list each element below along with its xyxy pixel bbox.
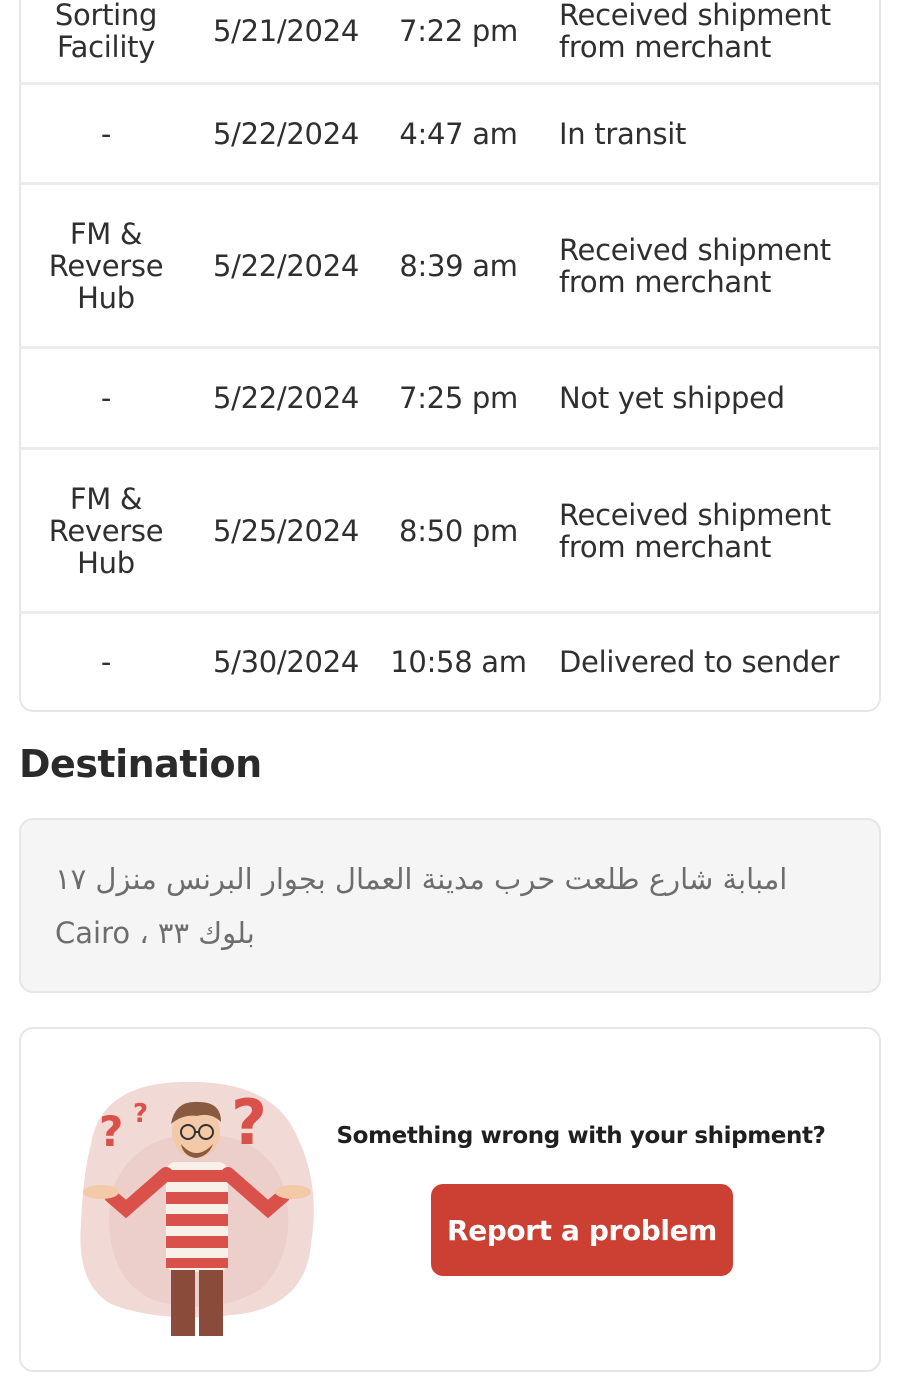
table-row: - 5/22/2024 4:47 am In transit	[21, 85, 879, 185]
table-row: Sorting Facility 5/21/2024 7:22 pm Recei…	[21, 0, 879, 85]
svg-text:?: ?	[231, 1086, 267, 1159]
report-problem-button[interactable]: Report a problem	[431, 1184, 733, 1276]
row-location: -	[100, 381, 112, 415]
row-location: -	[100, 645, 112, 679]
row-date: 5/21/2024	[213, 14, 359, 48]
table-row: - 5/22/2024 7:25 pm Not yet shipped	[21, 349, 879, 450]
row-date: 5/22/2024	[213, 248, 359, 283]
row-status: Not yet shipped	[559, 381, 785, 415]
table-row: FM & Reverse Hub 5/22/2024 8:39 am Recei…	[21, 185, 879, 349]
report-problem-card: ? ? ? Something wrong with your shipment…	[19, 1027, 881, 1372]
row-date: 5/30/2024	[213, 645, 359, 679]
row-date: 5/25/2024	[213, 513, 359, 548]
row-status: Delivered to sender	[559, 645, 840, 679]
table-row: - 5/30/2024 10:58 am Delivered to sender	[21, 614, 879, 710]
tracking-history-table: Sorting Facility 5/21/2024 7:22 pm Recei…	[19, 0, 881, 712]
row-location: FM & Reverse Hub	[48, 481, 164, 580]
table-row: FM & Reverse Hub 5/25/2024 8:50 pm Recei…	[21, 450, 879, 614]
row-date: 5/22/2024	[213, 116, 359, 151]
destination-address: امبابة شارع طلعت حرب مدينة العمال بجوار …	[55, 862, 788, 950]
row-time: 4:47 am	[399, 116, 518, 151]
row-time: 7:22 pm	[399, 14, 518, 48]
row-location: Sorting Facility	[54, 0, 158, 64]
confused-person-illustration: ? ? ?	[80, 1081, 314, 1336]
row-date: 5/22/2024	[213, 381, 359, 415]
row-status: Received shipment from merchant	[559, 232, 831, 299]
row-time: 8:50 pm	[399, 513, 518, 548]
row-time: 7:25 pm	[399, 381, 518, 415]
row-time: 8:39 am	[399, 248, 518, 283]
row-location: FM & Reverse Hub	[48, 216, 164, 315]
row-location: -	[100, 116, 112, 151]
destination-address-box: امبابة شارع طلعت حرب مدينة العمال بجوار …	[19, 818, 881, 993]
row-status: In transit	[559, 116, 687, 151]
row-status: Received shipment from merchant	[559, 497, 831, 564]
svg-text:?: ?	[133, 1099, 148, 1129]
help-question: Something wrong with your shipment?	[336, 1123, 826, 1149]
destination-heading: Destination	[19, 742, 262, 786]
row-status: Received shipment from merchant	[559, 0, 831, 64]
svg-text:?: ?	[99, 1107, 123, 1156]
row-time: 10:58 am	[390, 645, 527, 679]
